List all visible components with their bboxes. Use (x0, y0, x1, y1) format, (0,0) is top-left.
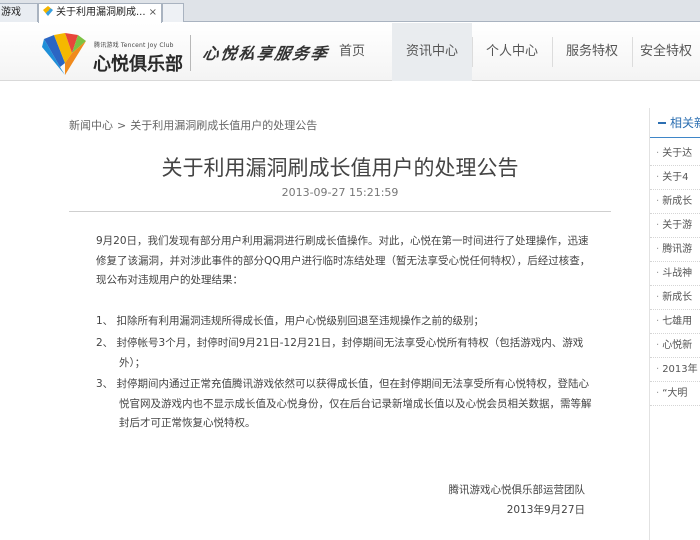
nav-item-home[interactable]: 首页 (312, 23, 392, 81)
article-list-item-1: 1、 扣除所有利用漏洞违规所得成长值，用户心悦级别回退至违规操作之前的级别； (96, 315, 485, 327)
related-news-item[interactable]: · 关于游 (650, 214, 700, 238)
breadcrumb-separator: > (117, 119, 127, 132)
related-news-item[interactable]: · 关于达 (650, 142, 700, 166)
article-title: 关于利用漏洞刷成长值用户的处理公告 (161, 156, 519, 180)
related-news-item[interactable]: · 新成长 (650, 190, 700, 214)
browser-tab-title: 游戏 (1, 7, 21, 18)
nav-item-news-center[interactable]: 资讯中心 (392, 23, 472, 81)
related-news-sidebar: 相关新 ·关于达 ·关于4 ·新成长 ·关于游 ·腾讯游 ·斗战神 ·新成长 ·… (649, 108, 700, 540)
tab-close-icon[interactable]: × (149, 4, 157, 21)
logo-subtitle: 腾讯游戏 Tencent Joy Club (94, 42, 174, 49)
breadcrumb-current[interactable]: 关于利用漏洞刷成长值用户的处理公告 (130, 119, 317, 132)
related-news-item[interactable]: · 斗战神 (650, 262, 700, 286)
title-divider (69, 211, 611, 212)
article-list-item-3: 3、 封停期间内通过正常充值腾讯游戏依然可以获得成长值，但在封停期间无法享受所有… (96, 378, 592, 429)
nav-item-service-privileges[interactable]: 服务特权 (552, 23, 632, 81)
related-news-header: 相关新 (650, 108, 700, 138)
site-header: 腾讯游戏 Tencent Joy Club 心悦俱乐部 心悦私享服务季 首页 资… (0, 23, 700, 81)
article-signature: 腾讯游戏心悦俱乐部运营团队 (448, 484, 586, 496)
article-date: 2013-09-27 15:21:59 (281, 186, 399, 199)
related-news-item[interactable]: · 七雄用 (650, 310, 700, 334)
browser-tab-active[interactable]: 关于利用漏洞刷成... × (38, 3, 162, 23)
related-news-item[interactable]: · 关于4 (650, 166, 700, 190)
new-tab-button[interactable] (162, 3, 184, 22)
related-news-item[interactable]: · 2013年 (650, 358, 700, 382)
nav-item-personal-center[interactable]: 个人中心 (472, 23, 552, 81)
related-news-item[interactable]: · 腾讯游 (650, 238, 700, 262)
site-favicon-icon (43, 6, 53, 16)
article-signature-date: 2013年9月27日 (506, 504, 585, 516)
breadcrumb-news-center-link[interactable]: 新闻中心 (69, 119, 113, 132)
logo-name[interactable]: 心悦俱乐部 (93, 50, 183, 76)
related-news-item[interactable]: · “大明 (650, 382, 700, 406)
list-bullet-icon (658, 122, 666, 124)
nav-item-security-privileges[interactable]: 安全特权 (632, 23, 700, 81)
logo-divider (190, 35, 191, 71)
article-paragraph-intro: 9月20日，我们发现有部分用户利用漏洞进行刷成长值操作。对此，心悦在第一时间进行… (96, 235, 591, 286)
article-list-item-2: 2、 封停帐号3个月，封停时间9月21日-12月21日，封停期间无法享受心悦所有… (96, 337, 584, 369)
joy-club-logo-icon[interactable] (42, 33, 88, 75)
browser-tab-title: 关于利用漏洞刷成... (56, 7, 146, 18)
browser-tab-games[interactable]: 游戏 (0, 3, 38, 22)
breadcrumb: 新闻中心 > 关于利用漏洞刷成长值用户的处理公告 (69, 117, 317, 133)
browser-tab-bar: 游戏 关于利用漏洞刷成... × (0, 0, 700, 23)
related-news-item[interactable]: · 心悦新 (650, 334, 700, 358)
related-news-item[interactable]: · 新成长 (650, 286, 700, 310)
related-news-heading: 相关新 (670, 116, 700, 130)
